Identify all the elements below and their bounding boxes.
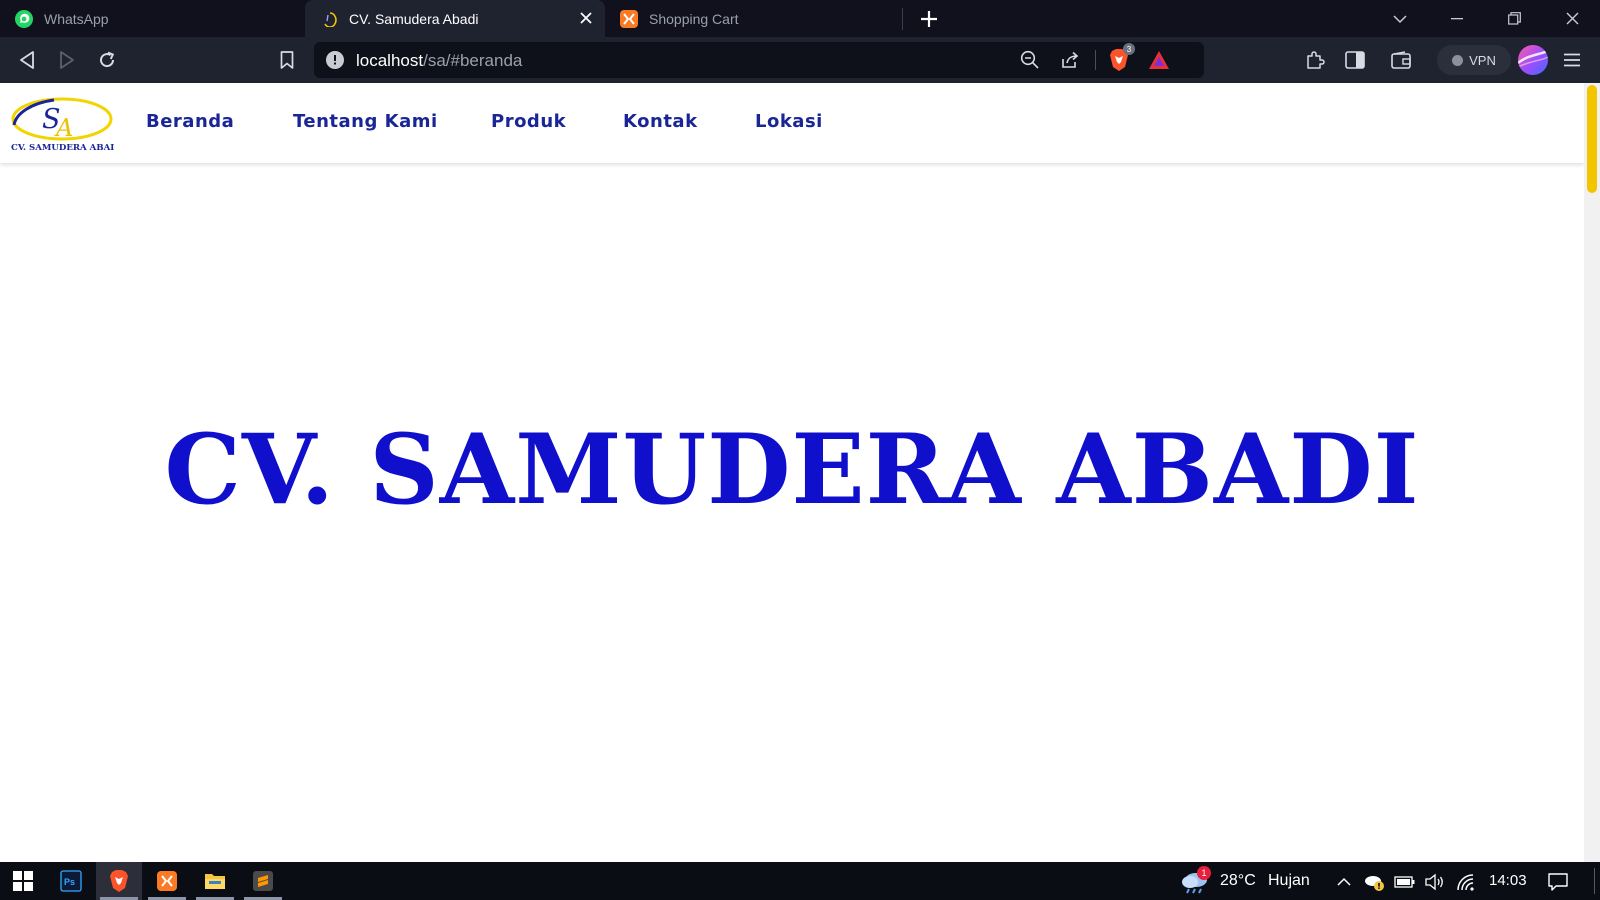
svg-text:Ps: Ps <box>64 877 75 887</box>
onedrive-warning-icon[interactable] <box>1363 871 1385 893</box>
wallet-icon[interactable] <box>1386 45 1416 75</box>
vpn-status-icon <box>1452 54 1464 66</box>
whatsapp-icon <box>14 9 34 29</box>
taskbar-clock[interactable]: 14:03 <box>1489 872 1527 889</box>
tab-title: CV. Samudera Abadi <box>349 10 479 27</box>
url-path: /sa/#beranda <box>423 51 523 70</box>
browser-toolbar: localhost/sa/#beranda 3 VPN <box>0 37 1600 83</box>
zoom-out-icon[interactable] <box>1015 45 1045 75</box>
tab-shopping-cart[interactable]: Shopping Cart <box>605 0 902 37</box>
reload-button[interactable] <box>92 45 122 75</box>
tab-search-chevron-icon[interactable] <box>1372 0 1428 37</box>
web-page: S A CV. SAMUDERA ABADI Beranda Tentang K… <box>0 83 1584 862</box>
tab-whatsapp[interactable]: WhatsApp <box>0 0 305 37</box>
scrollbar-thumb[interactable] <box>1587 85 1597 193</box>
sidebar-toggle-icon[interactable] <box>1340 45 1370 75</box>
address-bar-divider <box>1095 50 1096 70</box>
close-window-button[interactable] <box>1544 0 1600 37</box>
xampp-icon <box>619 9 639 29</box>
new-tab-button[interactable] <box>916 6 942 32</box>
photoshop-icon[interactable]: Ps <box>48 862 94 900</box>
nav-link-lokasi[interactable]: Lokasi <box>755 111 823 132</box>
show-desktop-button[interactable] <box>1594 868 1595 894</box>
tab-samudera-abadi[interactable]: CV. Samudera Abadi <box>305 0 605 37</box>
url-host: localhost <box>356 51 424 70</box>
menu-icon[interactable] <box>1557 45 1587 75</box>
wifi-icon[interactable] <box>1455 871 1477 893</box>
share-icon[interactable] <box>1055 45 1085 75</box>
minimize-window-button[interactable] <box>1429 0 1485 37</box>
nav-link-kontak[interactable]: Kontak <box>623 111 698 132</box>
site-navbar: S A CV. SAMUDERA ABADI Beranda Tentang K… <box>0 83 1584 163</box>
url-text: localhost/sa/#beranda <box>356 51 522 71</box>
profile-avatar[interactable] <box>1518 45 1548 75</box>
weather-temperature[interactable]: 28°C <box>1220 872 1256 890</box>
restore-window-button[interactable] <box>1486 0 1542 37</box>
vpn-label: VPN <box>1469 52 1496 68</box>
close-tab-icon[interactable] <box>577 9 595 27</box>
back-button[interactable] <box>12 45 42 75</box>
browser-tab-strip: WhatsApp CV. Samudera Abadi Shopping Car… <box>0 0 1600 37</box>
page-scrollbar[interactable] <box>1584 83 1600 862</box>
address-bar[interactable]: localhost/sa/#beranda 3 <box>314 42 1204 78</box>
site-favicon-icon <box>319 9 339 29</box>
company-logo[interactable]: S A CV. SAMUDERA ABADI <box>10 95 122 153</box>
tab-separator <box>902 8 903 30</box>
xampp-icon[interactable] <box>144 862 190 900</box>
logo-monogram-a: A <box>54 114 73 142</box>
shields-count-badge: 3 <box>1123 43 1135 55</box>
nav-link-beranda[interactable]: Beranda <box>146 111 234 132</box>
windows-start-icon[interactable] <box>0 862 46 900</box>
bookmark-icon[interactable] <box>272 45 302 75</box>
file-explorer-icon[interactable] <box>192 862 238 900</box>
forward-button[interactable] <box>52 45 82 75</box>
hero-title: CV. SAMUDERA ABADI <box>164 413 1420 526</box>
brave-icon[interactable] <box>96 862 142 900</box>
logo-company-text: CV. SAMUDERA ABADI <box>11 143 114 153</box>
action-center-icon[interactable] <box>1547 871 1569 893</box>
volume-icon[interactable] <box>1424 871 1446 893</box>
weather-condition[interactable]: Hujan <box>1268 872 1310 890</box>
windows-taskbar: Ps 1 28°C Hujan 14:03 <box>0 862 1600 900</box>
show-hidden-icons-chevron-icon[interactable] <box>1333 871 1355 893</box>
vpn-button[interactable]: VPN <box>1437 45 1511 75</box>
tab-title: Shopping Cart <box>649 10 739 27</box>
sublime-text-icon[interactable] <box>240 862 286 900</box>
extensions-icon[interactable] <box>1300 45 1330 75</box>
nav-link-produk[interactable]: Produk <box>491 111 566 132</box>
weather-alert-badge: 1 <box>1197 866 1211 880</box>
site-info-icon[interactable] <box>326 51 344 69</box>
battery-icon[interactable] <box>1394 871 1416 893</box>
brave-rewards-icon[interactable] <box>1144 45 1174 75</box>
brave-shields-icon[interactable]: 3 <box>1104 43 1135 75</box>
tab-title: WhatsApp <box>44 10 109 27</box>
nav-link-tentang-kami[interactable]: Tentang Kami <box>293 111 438 132</box>
